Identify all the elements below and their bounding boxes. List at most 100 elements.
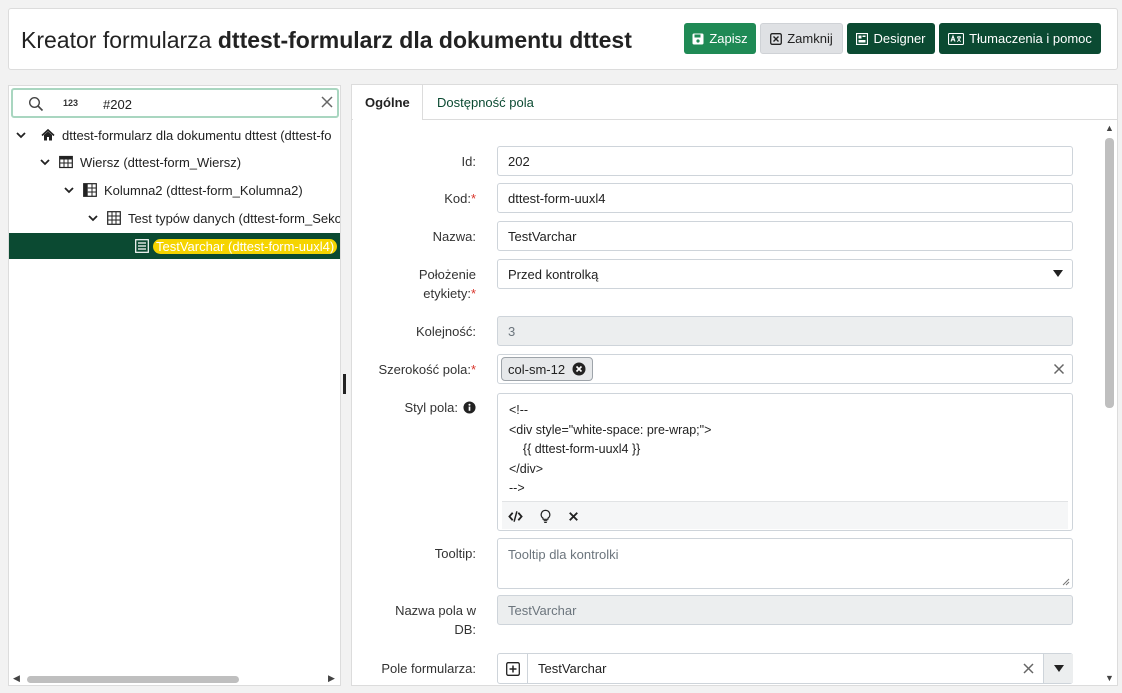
db-name-label-line1: Nazwa pola w	[395, 603, 476, 618]
designer-button[interactable]: Designer	[847, 23, 935, 54]
tree-item-column[interactable]: Kolumna2 (dttest-form_Kolumna2)	[9, 177, 340, 203]
page-header: Kreator formularza dttest-formularz dla …	[8, 8, 1118, 70]
close-button[interactable]: Zamknij	[760, 23, 843, 54]
id-value: 202	[508, 153, 530, 169]
tab-general[interactable]: Ogólne	[353, 85, 423, 120]
remove-chip-icon[interactable]	[572, 362, 586, 376]
width-multiselect[interactable]: col-sm-12	[497, 354, 1073, 384]
clear-code-icon[interactable]	[566, 509, 581, 524]
lightbulb-icon[interactable]	[538, 509, 553, 524]
required-marker: *	[470, 362, 476, 377]
label-position-label-text: etykiety:	[423, 286, 471, 301]
info-icon[interactable]	[463, 401, 476, 414]
tree-search-box: 123	[11, 88, 339, 118]
tree-item-field-selected[interactable]: TestVarchar (dttest-form-uuxl4)	[9, 233, 340, 259]
search-icon[interactable]	[28, 96, 44, 112]
save-button[interactable]: Zapisz	[684, 23, 756, 54]
scroll-down-arrow-icon[interactable]: ▼	[1105, 673, 1114, 683]
tooltip-textarea[interactable]: Tooltip dla kontrolki	[497, 538, 1073, 589]
scroll-right-arrow-icon[interactable]: ▶	[328, 673, 335, 684]
db-name-value: TestVarchar	[508, 602, 577, 618]
code-line: </div>	[509, 461, 544, 476]
translations-help-button[interactable]: Tłumaczenia i pomoc	[939, 23, 1101, 54]
tree-horizontal-scrollbar[interactable]: ◀ ▶	[9, 670, 340, 685]
style-label-text: Styl pola:	[404, 400, 458, 415]
chevron-down-icon[interactable]	[87, 212, 99, 224]
column-icon	[83, 183, 97, 197]
field-icon	[135, 239, 149, 253]
order-value: 3	[508, 323, 516, 339]
page-title-prefix: Kreator formularza	[21, 27, 218, 53]
form-field-label: Pole formularza:	[381, 661, 476, 676]
dropdown-arrow-icon	[1054, 665, 1064, 672]
code-line: {{ dttest-form-uuxl4 }}	[509, 442, 641, 457]
designer-icon	[856, 32, 869, 45]
label-position-select[interactable]: Przed kontrolką	[497, 259, 1073, 289]
db-name-field: TestVarchar	[497, 595, 1073, 625]
tab-field-availability[interactable]: Dostępność pola	[425, 85, 546, 120]
grid-icon	[107, 211, 121, 225]
form-field-dropdown-toggle[interactable]	[1043, 654, 1073, 683]
name-value: TestVarchar	[508, 228, 577, 244]
style-code-content[interactable]: <!-- <div style="white-space: pre-wrap;">…	[509, 401, 711, 499]
tree-item-section[interactable]: Test typów danych (dttest-form_Seko	[9, 205, 340, 231]
width-label-text: Szerokość pola:	[378, 362, 471, 377]
order-field: 3	[497, 316, 1073, 346]
clear-selection-icon[interactable]	[1023, 663, 1034, 674]
scrollbar-thumb[interactable]	[1105, 138, 1114, 408]
name-field[interactable]: TestVarchar	[497, 221, 1073, 251]
label-position-label-line1: Położenie	[418, 267, 476, 282]
order-label: Kolejność:	[416, 324, 476, 339]
tooltip-label: Tooltip:	[434, 546, 476, 561]
tree-item-row[interactable]: Wiersz (dttest-form_Wiersz)	[9, 149, 340, 175]
close-button-label: Zamknij	[787, 31, 833, 46]
width-label: Szerokość pola:*	[378, 360, 476, 379]
code-field[interactable]: dttest-form-uuxl4	[497, 183, 1073, 213]
translate-icon	[948, 32, 965, 45]
style-label: Styl pola:	[405, 398, 476, 417]
required-marker: *	[470, 286, 476, 301]
tree-item-label: Kolumna2 (dttest-form_Kolumna2)	[104, 182, 303, 198]
resize-grip-icon[interactable]	[1062, 578, 1070, 586]
code-editor-toolbar	[502, 501, 1068, 529]
add-field-button[interactable]	[498, 654, 528, 683]
width-chip-label: col-sm-12	[508, 361, 566, 377]
numeric-search-icon[interactable]: 123	[63, 98, 78, 108]
chevron-down-icon[interactable]	[63, 184, 75, 196]
clear-selection-icon[interactable]	[1053, 363, 1065, 375]
scroll-left-arrow-icon[interactable]: ◀	[13, 673, 20, 684]
properties-vertical-scrollbar[interactable]: ▲ ▼	[1102, 121, 1117, 685]
clear-search-icon[interactable]	[320, 95, 334, 109]
properties-panel: Ogólne Dostępność pola ▲ ▼ Id: 202 Kod:*…	[351, 84, 1118, 686]
floppy-disk-icon	[692, 33, 704, 44]
code-value: dttest-form-uuxl4	[508, 190, 606, 206]
code-label-text: Kod:	[444, 191, 471, 206]
db-name-label-line2: DB:	[454, 622, 476, 637]
tree-item-label-highlighted: TestVarchar (dttest-form-uuxl4)	[153, 238, 338, 254]
form-field-select[interactable]: TestVarchar	[497, 653, 1073, 684]
translations-button-label: Tłumaczenia i pomoc	[969, 31, 1092, 46]
close-square-icon	[770, 32, 783, 45]
panel-splitter-handle[interactable]	[343, 374, 346, 394]
chevron-down-icon[interactable]	[15, 129, 27, 141]
dropdown-arrow-icon	[1053, 270, 1063, 277]
code-line: <div style="white-space: pre-wrap;">	[509, 422, 712, 437]
tree-search-input[interactable]	[103, 95, 303, 113]
code-line: -->	[509, 481, 525, 496]
code-line: <!--	[509, 403, 529, 417]
id-field[interactable]: 202	[497, 146, 1073, 176]
page-title-form-name: dttest-formularz dla dokumentu dttest	[217, 27, 632, 53]
label-position-label: Położenie etykiety:*	[419, 265, 476, 303]
tree-item-label: dttest-formularz dla dokumentu dttest (d…	[62, 127, 332, 143]
code-icon[interactable]	[508, 509, 523, 524]
id-label: Id:	[461, 154, 476, 169]
style-code-editor[interactable]: <!-- <div style="white-space: pre-wrap;">…	[497, 393, 1073, 531]
form-field-value: TestVarchar	[538, 661, 607, 676]
code-label: Kod:*	[444, 189, 476, 208]
tree-item-form[interactable]: dttest-formularz dla dokumentu dttest (d…	[9, 122, 340, 148]
home-icon	[41, 128, 55, 141]
scroll-up-arrow-icon[interactable]: ▲	[1105, 123, 1114, 133]
db-name-label: Nazwa pola w DB:	[395, 601, 476, 639]
chevron-down-icon[interactable]	[39, 156, 51, 168]
scrollbar-thumb[interactable]	[27, 676, 239, 683]
